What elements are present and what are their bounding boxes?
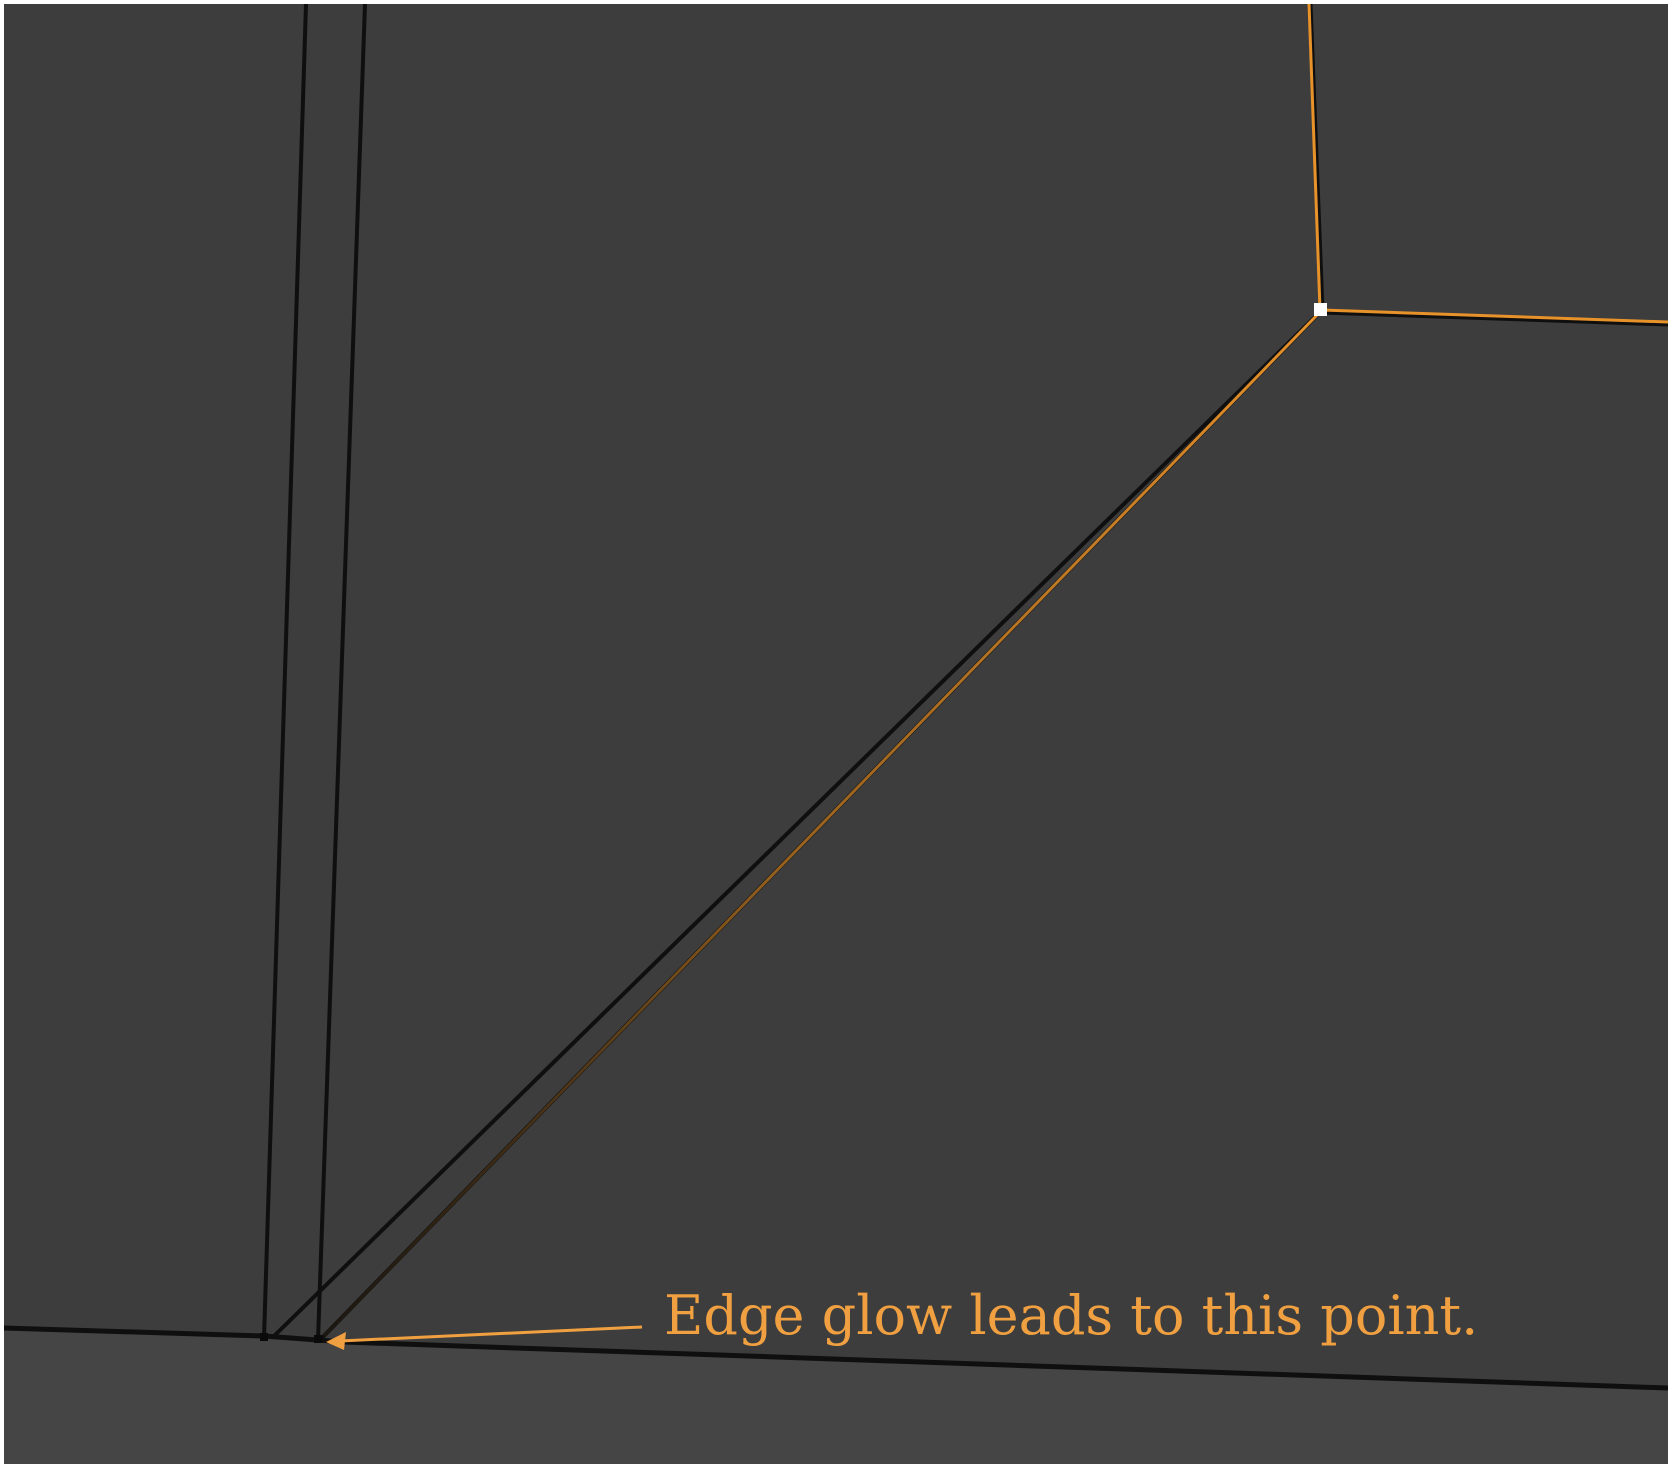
selected-edge-horizontal[interactable]	[1321, 309, 1668, 327]
pillar-edge-left[interactable]	[262, 4, 308, 1339]
diagonal-edge-outer[interactable]	[270, 308, 1324, 1340]
vertex-dot[interactable]	[260, 1333, 268, 1341]
selected-vertex[interactable]	[1314, 303, 1327, 316]
diagonal-edge-glow	[322, 310, 1322, 1338]
annotation-label: Edge glow leads to this point.	[664, 1284, 1479, 1347]
pillar-edge-right[interactable]	[316, 4, 367, 1341]
vertex-dot[interactable]	[314, 1335, 322, 1343]
mesh-wireframe[interactable]	[4, 4, 1668, 1464]
3d-viewport[interactable]: Edge glow leads to this point.	[4, 4, 1668, 1464]
lower-face	[4, 1328, 1668, 1464]
annotation-arrow-line	[339, 1325, 643, 1343]
